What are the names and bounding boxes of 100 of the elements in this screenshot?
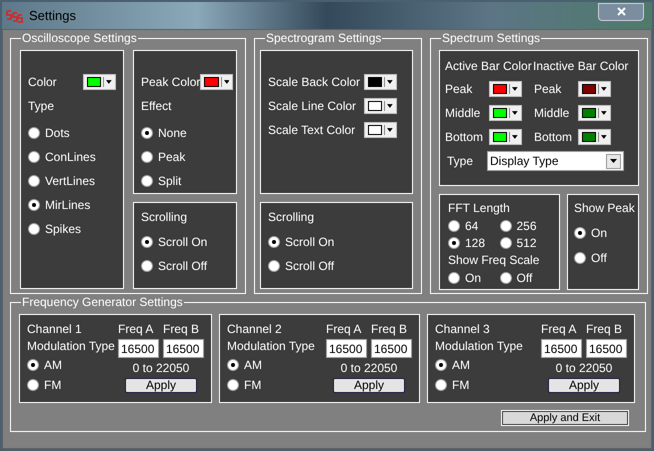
radio-button[interactable] (448, 237, 460, 249)
label-text: Type (447, 154, 474, 168)
label-text: Freq A (326, 322, 362, 336)
radio-button[interactable] (227, 379, 239, 391)
radio-button[interactable] (28, 175, 40, 187)
radio-button[interactable] (268, 260, 280, 272)
radio-label: FM (452, 378, 470, 392)
caret-icon (106, 80, 112, 84)
frequency-field[interactable]: 16500 (541, 339, 582, 358)
radio-label: 128 (465, 236, 486, 250)
apply-button[interactable]: Apply (125, 378, 197, 393)
label-text: Freq B (586, 322, 624, 336)
frequency-field[interactable]: 16500 (586, 339, 627, 358)
radio-button[interactable] (27, 379, 39, 391)
radio-button[interactable] (500, 237, 512, 249)
radio-button[interactable] (435, 379, 447, 391)
radio-button[interactable] (141, 127, 153, 139)
apply-and-exit-button[interactable]: Apply and Exit (502, 411, 628, 425)
radio-button[interactable] (28, 127, 40, 139)
label-text: Scale Back Color (268, 75, 360, 89)
radio-label: FM (244, 378, 262, 392)
radio-label: Scroll On (285, 235, 334, 249)
radio-button[interactable] (448, 272, 460, 284)
radio-button[interactable] (27, 359, 39, 371)
frequency-field[interactable]: 16500 (118, 339, 159, 358)
color-dropdown[interactable] (578, 81, 611, 97)
color-dropdown[interactable] (489, 105, 522, 121)
label-text: Channel 3 (435, 322, 491, 336)
type-dropdown[interactable]: Display Type (487, 151, 624, 171)
radio-label: None (158, 126, 187, 140)
section-label: Scrolling (141, 210, 188, 224)
color-dropdown[interactable] (364, 74, 397, 90)
radio-label: Off (591, 251, 607, 265)
label-text: Modulation Type (227, 339, 315, 353)
frequency-field[interactable]: 16500 (326, 339, 367, 358)
radio-button[interactable] (500, 220, 512, 232)
radio-label: Off (516, 271, 532, 285)
window-title: Settings (29, 6, 76, 25)
color-dropdown[interactable] (83, 74, 116, 90)
label-text: Scale Line Color (268, 99, 356, 113)
radio-button[interactable] (574, 227, 586, 239)
radio-button[interactable] (448, 220, 460, 232)
label-text: Bottom (445, 130, 484, 144)
caret-icon (387, 128, 393, 132)
radio-label: Scroll On (158, 235, 208, 249)
group-title: Frequency Generator Settings (21, 295, 184, 309)
radio-button[interactable] (141, 236, 153, 248)
color-dropdown[interactable] (489, 129, 522, 145)
radio-button[interactable] (28, 151, 40, 163)
color-dropdown[interactable] (200, 74, 234, 90)
radio-button[interactable] (500, 272, 512, 284)
label-text: Scale Text Color (268, 123, 356, 137)
section-label: Show Freq Scale (448, 253, 540, 267)
apply-button[interactable]: Apply (333, 378, 405, 393)
radio-button[interactable] (141, 151, 153, 163)
radio-button[interactable] (28, 199, 40, 211)
radio-button[interactable] (28, 223, 40, 235)
caret-icon (610, 159, 618, 163)
label-text: Color (28, 75, 57, 89)
radio-label: On (465, 271, 482, 285)
close-icon (616, 7, 626, 16)
caret-icon (601, 111, 607, 115)
color-dropdown[interactable] (578, 105, 611, 121)
column-heading: Active Bar Color (445, 59, 531, 73)
radio-label: VertLines (45, 174, 96, 188)
close-button[interactable] (598, 2, 644, 20)
color-dropdown[interactable] (364, 98, 397, 114)
app-logo-icon (6, 8, 23, 22)
radio-button[interactable] (227, 359, 239, 371)
radio-label: AM (452, 358, 470, 372)
caret-icon (387, 80, 393, 84)
color-dropdown[interactable] (364, 122, 397, 138)
radio-label: 512 (516, 236, 537, 250)
label-text: Freq B (163, 322, 200, 336)
radio-label: Peak (158, 150, 186, 164)
label-text: Channel 2 (227, 322, 283, 336)
caret-icon (512, 135, 518, 139)
column-heading: Inactive Bar Color (533, 59, 629, 73)
caret-icon (601, 87, 607, 91)
frequency-field[interactable]: 16500 (163, 339, 204, 358)
radio-button[interactable] (574, 252, 586, 264)
label-text: Bottom (534, 130, 574, 144)
radio-button[interactable] (141, 260, 153, 272)
section-label: Scrolling (268, 210, 316, 224)
radio-button[interactable] (141, 175, 153, 187)
radio-button[interactable] (435, 359, 447, 371)
frequency-field[interactable]: 16500 (371, 339, 412, 358)
radio-label: Dots (45, 126, 70, 140)
radio-label: On (591, 226, 608, 240)
apply-button[interactable]: Apply (548, 378, 620, 393)
radio-button[interactable] (268, 236, 280, 248)
radio-label: MirLines (45, 198, 90, 212)
color-dropdown[interactable] (489, 81, 522, 97)
label-text: Peak (445, 82, 474, 96)
range-text: 0 to 22050 (132, 361, 190, 375)
color-dropdown[interactable] (578, 129, 611, 145)
label-text: Peak Color (141, 75, 200, 89)
label-text: Channel 1 (27, 322, 83, 336)
section-label: FFT Length (448, 201, 511, 215)
label-text: Modulation Type (27, 339, 115, 353)
